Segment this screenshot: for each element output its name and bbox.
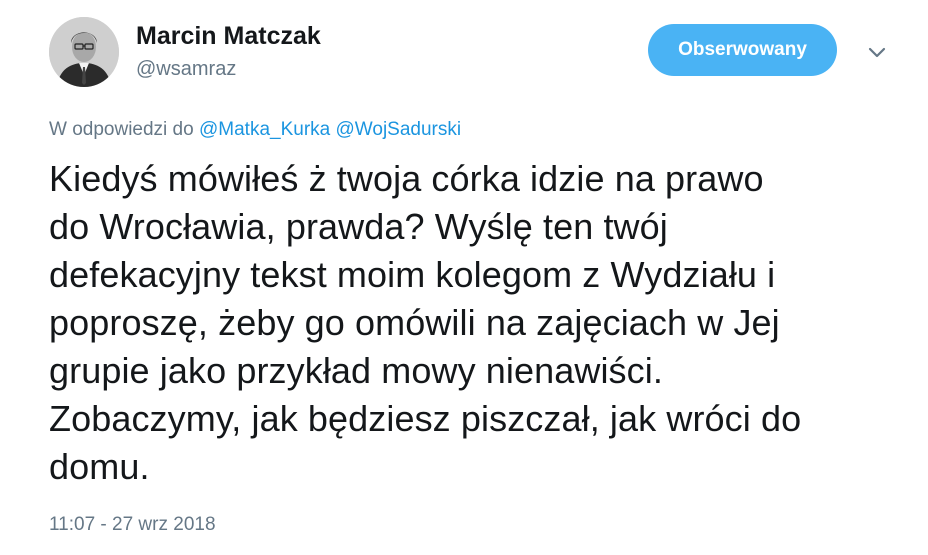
author-handle[interactable]: @wsamraz <box>136 57 236 81</box>
chevron-down-icon <box>868 47 886 58</box>
author-name[interactable]: Marcin Matczak <box>136 21 321 51</box>
profile-photo-icon <box>49 17 119 87</box>
mention-link[interactable]: @WojSadurski <box>336 119 462 140</box>
mention-link[interactable]: @Matka_Kurka <box>199 119 330 140</box>
tweet-text-line: domu. <box>49 446 150 487</box>
tweet-timestamp[interactable]: 11:07 - 27 wrz 2018 <box>49 513 216 537</box>
tweet-text-line: defekacyjny tekst moim kolegom z Wydział… <box>49 254 776 295</box>
reply-prefix: W odpowiedzi do <box>49 119 194 140</box>
tweet-text-line: do Wrocławia, prawda? Wyślę ten twój <box>49 206 668 247</box>
reply-context: W odpowiedzi do @Matka_Kurka @WojSadursk… <box>49 118 461 142</box>
tweet-text: Kiedyś mówiłeś ż twoja córka idzie na pr… <box>49 155 919 491</box>
tweet-text-line: Zobaczymy, jak będziesz piszczał, jak wr… <box>49 398 802 439</box>
tweet-menu-button[interactable] <box>862 38 892 68</box>
tweet-text-line: Kiedyś mówiłeś ż twoja córka idzie na pr… <box>49 158 764 199</box>
tweet-text-line: poproszę, żeby go omówili na zajęciach w… <box>49 302 780 343</box>
following-button[interactable]: Obserwowany <box>648 24 837 76</box>
avatar[interactable] <box>49 17 119 87</box>
tweet-text-line: grupie jako przykład mowy nienawiści. <box>49 350 663 391</box>
